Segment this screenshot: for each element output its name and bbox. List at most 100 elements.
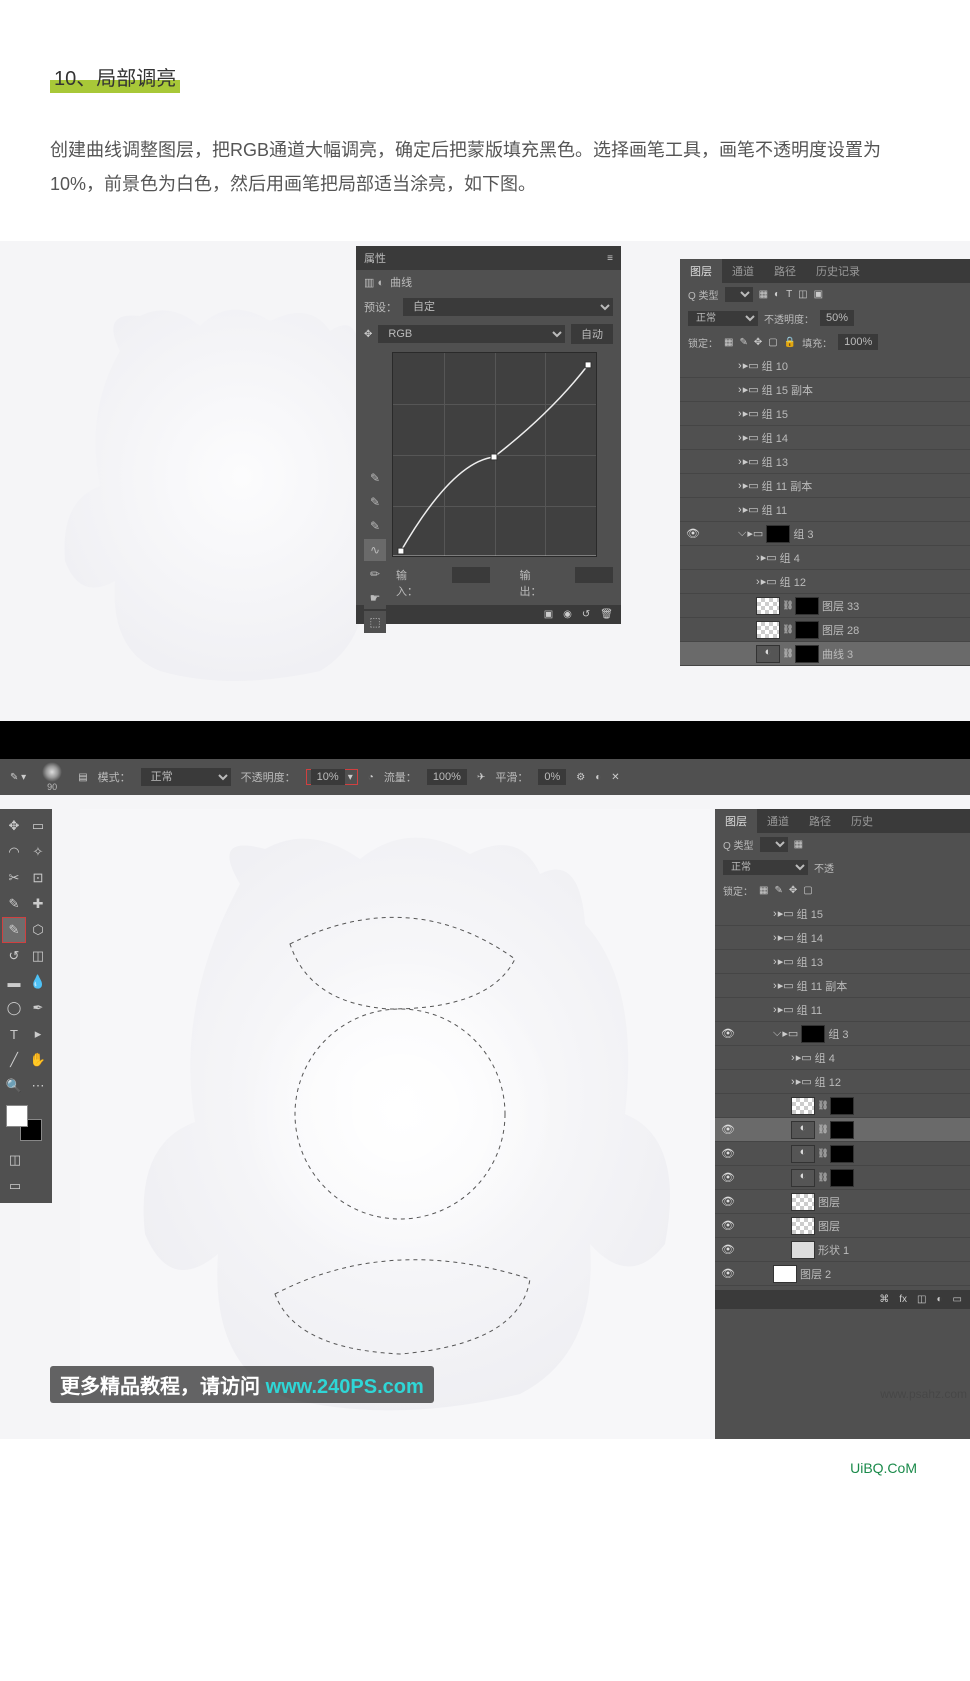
layer-row[interactable]: 👁图层 2 xyxy=(715,1262,970,1286)
visibility-toggle[interactable]: 👁 xyxy=(719,1145,737,1163)
filter-image-icon[interactable]: ▦ xyxy=(794,839,803,850)
visibility-toggle[interactable] xyxy=(684,573,702,591)
smooth-value[interactable]: 0% xyxy=(538,769,566,785)
foreground-color[interactable] xyxy=(6,1105,28,1127)
lock-transparent-icon[interactable]: ▦ xyxy=(759,885,768,896)
hand-tool-icon[interactable]: ✋ xyxy=(27,1048,49,1072)
expand-icon[interactable]: › xyxy=(756,576,760,588)
tab-layers[interactable]: 图层 xyxy=(680,259,722,283)
filter-text-icon[interactable]: T xyxy=(786,289,792,300)
pressure-size-icon[interactable]: ◐ xyxy=(595,772,601,783)
tab-layers-2[interactable]: 图层 xyxy=(715,809,757,833)
link-layers-icon[interactable]: ⌘ xyxy=(879,1294,889,1305)
lock-move-icon[interactable]: ✥ xyxy=(789,885,797,896)
visibility-toggle[interactable] xyxy=(719,1097,737,1115)
brush-opacity-value[interactable]: 10% xyxy=(311,769,345,785)
visibility-toggle[interactable] xyxy=(719,953,737,971)
heal-tool-icon[interactable]: ✚ xyxy=(27,892,49,916)
eyedropper-gray-icon[interactable]: ✎ xyxy=(364,491,386,513)
visibility-toggle[interactable]: 👁 xyxy=(719,1121,737,1139)
expand-icon[interactable]: › xyxy=(773,980,777,992)
curve-smooth-icon[interactable]: ☛ xyxy=(364,587,386,609)
link-icon[interactable]: ⛓ xyxy=(783,625,793,635)
tab-channels-2[interactable]: 通道 xyxy=(757,809,799,833)
expand-icon[interactable]: › xyxy=(738,504,742,516)
crop-tool-icon[interactable]: ✂ xyxy=(3,866,25,890)
visibility-toggle[interactable] xyxy=(684,645,702,663)
layer-row[interactable]: ›▸▭组 11 副本 xyxy=(680,474,970,498)
expand-icon[interactable]: › xyxy=(791,1076,795,1088)
history-brush-icon[interactable]: ↺ xyxy=(3,944,25,968)
curves-graph[interactable] xyxy=(392,352,597,557)
color-swatches[interactable] xyxy=(6,1105,42,1141)
visibility-toggle[interactable] xyxy=(719,905,737,923)
auto-button[interactable]: 自动 xyxy=(571,324,613,344)
blend-mode-select[interactable]: 正常 xyxy=(688,311,758,326)
expand-icon[interactable]: › xyxy=(791,1052,795,1064)
quickmask-icon[interactable]: ◫ xyxy=(3,1148,27,1172)
flow-value[interactable]: 100% xyxy=(427,769,467,785)
lock-move-icon[interactable]: ✥ xyxy=(754,337,762,348)
dodge-tool-icon[interactable]: ◯ xyxy=(3,996,25,1020)
expand-icon[interactable]: › xyxy=(773,956,777,968)
visibility-toggle[interactable]: 👁 xyxy=(684,525,702,543)
link-icon[interactable]: ⛓ xyxy=(818,1125,828,1135)
visibility-toggle[interactable] xyxy=(719,1049,737,1067)
view-prev-icon[interactable]: ◉ xyxy=(563,609,572,620)
layer-row[interactable]: ›▸▭组 10 xyxy=(680,354,970,378)
reset-icon[interactable]: ↺ xyxy=(582,609,590,620)
expand-icon[interactable]: › xyxy=(773,1004,777,1016)
more-tools-icon[interactable]: ⋯ xyxy=(27,1074,49,1098)
layer-row[interactable]: ⛓图层 28 xyxy=(680,618,970,642)
blend-mode-select-2[interactable]: 正常 xyxy=(723,860,808,875)
zoom-tool-icon[interactable]: 🔍 xyxy=(3,1074,25,1098)
layer-row[interactable]: ⛓ xyxy=(715,1094,970,1118)
blur-tool-icon[interactable]: 💧 xyxy=(27,970,49,994)
pen-tool-icon[interactable]: ✒ xyxy=(27,996,49,1020)
marquee-tool-icon[interactable]: ▭ xyxy=(27,814,49,838)
expand-icon[interactable]: ⌵ xyxy=(773,1027,781,1040)
visibility-toggle[interactable] xyxy=(684,429,702,447)
brush-tool-icon[interactable]: ✎ xyxy=(3,918,25,942)
layer-row[interactable]: ›▸▭组 4 xyxy=(715,1046,970,1070)
gear-icon[interactable]: ⚙ xyxy=(576,772,585,783)
brush-preview[interactable]: 90 xyxy=(36,761,68,793)
opacity-value[interactable]: 50% xyxy=(820,310,854,326)
expand-icon[interactable]: › xyxy=(738,456,742,468)
layer-row[interactable]: 👁◐⛓ xyxy=(715,1118,970,1142)
link-icon[interactable]: ⛓ xyxy=(783,649,793,659)
layer-row[interactable]: ›▸▭组 15 副本 xyxy=(680,378,970,402)
layer-row[interactable]: ◐⛓曲线 3 xyxy=(680,642,970,666)
layer-row[interactable]: 👁图层 xyxy=(715,1190,970,1214)
visibility-toggle[interactable] xyxy=(684,597,702,615)
eraser-tool-icon[interactable]: ◫ xyxy=(27,944,49,968)
canvas-area[interactable] xyxy=(80,809,710,1439)
lock-artboard-icon[interactable]: ▢ xyxy=(803,885,812,896)
expand-icon[interactable]: › xyxy=(773,908,777,920)
add-mask-icon[interactable]: ◫ xyxy=(917,1294,926,1305)
lock-paint-icon[interactable]: ✎ xyxy=(774,885,782,896)
chevron-down-icon[interactable]: ▾ xyxy=(348,772,353,783)
tab-history[interactable]: 历史记录 xyxy=(806,259,870,283)
layer-row[interactable]: 👁⌵▸▭组 3 xyxy=(680,522,970,546)
visibility-toggle[interactable]: 👁 xyxy=(719,1193,737,1211)
layer-row[interactable]: ›▸▭组 14 xyxy=(680,426,970,450)
layer-row[interactable]: 👁形状 1 xyxy=(715,1238,970,1262)
layer-row[interactable]: ›▸▭组 4 xyxy=(680,546,970,570)
curve-pencil-icon[interactable]: ✏ xyxy=(364,563,386,585)
eyedropper-white-icon[interactable]: ✎ xyxy=(364,515,386,537)
lock-transparent-icon[interactable]: ▦ xyxy=(724,337,733,348)
clip-icon[interactable]: ▣ xyxy=(544,609,553,620)
blend-mode-select-brush[interactable]: 正常 xyxy=(141,768,231,786)
frame-tool-icon[interactable]: ⊡ xyxy=(27,866,49,890)
visibility-toggle[interactable] xyxy=(684,405,702,423)
visibility-toggle[interactable] xyxy=(684,477,702,495)
link-icon[interactable]: ⛓ xyxy=(818,1173,828,1183)
layer-row[interactable]: ›▸▭组 13 xyxy=(715,950,970,974)
stamp-tool-icon[interactable]: ⬡ xyxy=(27,918,49,942)
preset-select[interactable]: 自定 xyxy=(403,298,613,316)
fill-value[interactable]: 100% xyxy=(838,334,878,350)
layer-row[interactable]: ⛓图层 33 xyxy=(680,594,970,618)
expand-icon[interactable]: › xyxy=(738,408,742,420)
fx-icon[interactable]: fx xyxy=(899,1294,907,1305)
